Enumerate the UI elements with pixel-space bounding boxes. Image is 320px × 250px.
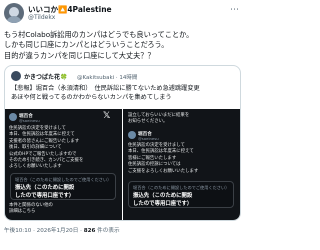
views-label: 件の表示 xyxy=(97,228,120,234)
mini-avatar xyxy=(9,113,17,121)
views-count: 826 xyxy=(83,228,96,234)
quoted-handle-time: @Kakitsubaki · 14時間 xyxy=(77,74,138,81)
avatar[interactable] xyxy=(4,3,24,23)
quoted-display-name: かきつばた花🍀 xyxy=(24,74,68,81)
tweet-header: いいコか🔼4Palestine @Tildekx ⋯ xyxy=(4,3,241,25)
mini-header: 堀百合 @saeinesu xyxy=(128,131,228,141)
mini-avatar xyxy=(128,131,136,139)
mini-text-top: 設立しておらいいまだに結果を お知らせください。 xyxy=(128,113,189,126)
mini-text-line: ご支援をよろしくお願いいたします xyxy=(128,168,199,174)
mini-text-line: よろしくお願いいたします xyxy=(9,164,62,170)
mini-handle: @saeinesu xyxy=(19,118,40,123)
tweet-text: もう村Colabo訴訟用のカンパはどうでも良いってことか。 しかも同じ口座にカン… xyxy=(4,30,241,61)
tweet-text-line: しかも同じ口座にカンパとはどういうことだろう。 xyxy=(4,40,169,50)
quoted-images: 堀百合 @saeinesu 𝕏 住民訴訟の決定を受けまして 本日、住民訴訟は年度… xyxy=(5,109,240,220)
embedded-card: 堀百合（このために開設したのでご使用ください） 振込先（このために開設 したので… xyxy=(128,181,234,208)
tweet-footer: 午後10:10 · 2026年1月20日 · 826 件の表示 xyxy=(4,226,120,234)
quoted-tweet-text: 【悲報】堀百合（永須清和） 住民訴訟に勝てないため急遽跳躍変更 あほや何と戦って… xyxy=(11,85,237,102)
quoted-tweet[interactable]: かきつばた花🍀 @Kakitsubaki · 14時間 【悲報】堀百合（永須清和… xyxy=(4,65,241,221)
mini-header: 堀百合 @saeinesu xyxy=(9,113,109,123)
mini-text-line: 詳細はこちら xyxy=(9,209,36,215)
card-title-line: したので専用口座です） xyxy=(133,201,193,207)
card-title-line: したので専用口座です） xyxy=(15,193,75,199)
x-logo-icon: 𝕏 xyxy=(103,111,111,121)
mini-text: 住民訴訟の決定を受けまして 本日、住民訴訟は年度末に控えて 支援者の皆さんにご報… xyxy=(9,126,83,171)
tweet-text-line: 目的が違うカンパを同じ口座にして大丈夫？？ xyxy=(4,50,155,60)
user-handle[interactable]: @Tildekx xyxy=(28,14,55,21)
screenshot-image-right[interactable]: 設立しておらいいまだに結果を お知らせください。 堀百合 @saeinesu 住… xyxy=(123,109,240,220)
card-title-line: 振込先（このために開設 xyxy=(133,193,193,199)
quoted-avatar xyxy=(11,71,21,81)
mini-text-line: 本日、住民訴訟は年度末に控えて xyxy=(128,149,194,155)
screenshot-image-left[interactable]: 堀百合 @saeinesu 𝕏 住民訴訟の決定を受けまして 本日、住民訴訟は年度… xyxy=(5,109,122,220)
mini-text-line: お知らせください。 xyxy=(128,119,168,125)
avatar-body xyxy=(6,16,22,23)
embedded-card: 堀百合（このために開設したのでご使用ください） 振込先（このために開設 したので… xyxy=(10,173,116,200)
quoted-text-line: あほや何と戦ってるのかわからないカンパを集めてしまう xyxy=(11,93,172,101)
timestamp[interactable]: 午後10:10 · 2026年1月20日 · xyxy=(4,228,82,234)
mini-text-line: 本日、住民訴訟は年度末に控えて xyxy=(9,132,75,138)
quoted-tweet-header: かきつばた花🍀 @Kakitsubaki · 14時間 xyxy=(11,71,235,83)
card-title-line: 振込先（このために開設 xyxy=(15,185,75,191)
tweet-text-line: もう村Colabo訴訟用のカンパはどうでも良いってことか。 xyxy=(4,30,194,39)
mini-text: 住民訴訟の決定を受けまして 本日、住民訴訟は年度末に控えて 皆様にご報告いたしま… xyxy=(128,143,198,175)
more-options-icon[interactable]: ⋯ xyxy=(230,6,239,15)
mini-text-bottom: 本件と関係のない他の 詳細はこちら xyxy=(9,203,53,216)
quoted-text-line: 【悲報】堀百合（永須清和） 住民訴訟に勝てないため急遽跳躍変更 xyxy=(11,85,200,92)
mini-handle: @saeinesu xyxy=(138,136,159,141)
